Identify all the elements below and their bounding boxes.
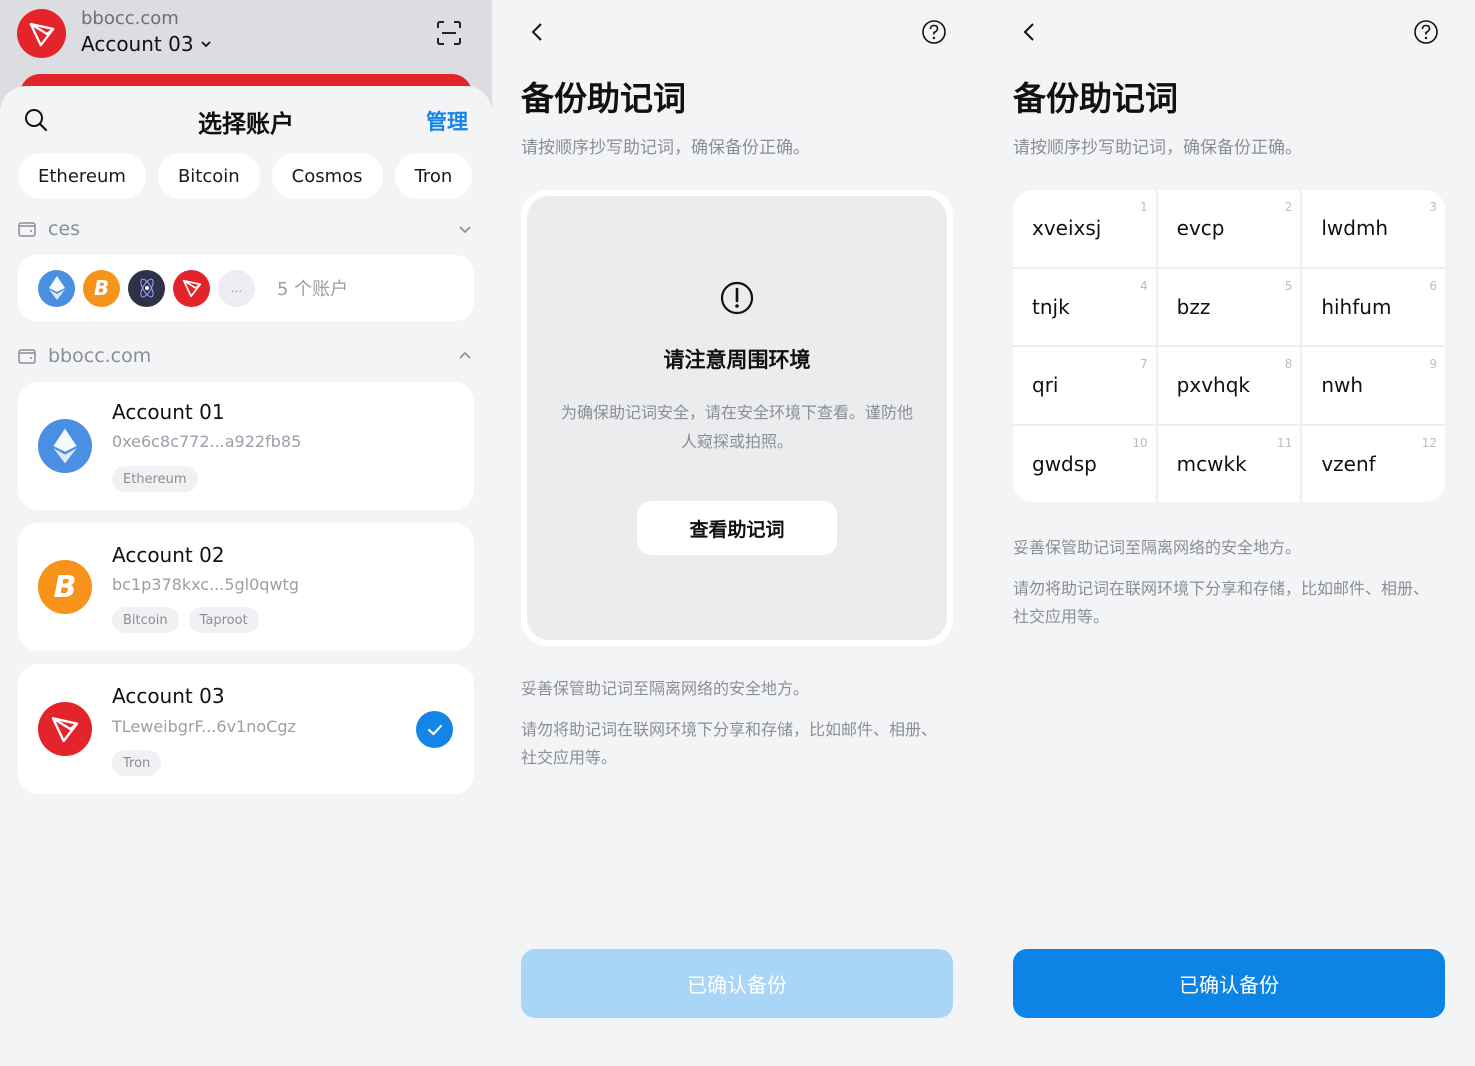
- mnemonic-word: 11 mcwkk: [1157, 425, 1301, 502]
- more-coins-icon: ...: [218, 269, 255, 307]
- page-title: 备份助记词: [521, 79, 686, 118]
- warning-title: 请注意周围环境: [663, 348, 811, 372]
- sharing-warning: 请勿将助记词在联网环境下分享和存储，比如邮件、相册、社交应用等。: [521, 720, 938, 767]
- account-name: Account 01: [112, 400, 225, 424]
- group-header-ces[interactable]: ces: [18, 214, 474, 244]
- account-switcher[interactable]: Account 03: [81, 32, 212, 56]
- account-address: 0xe6c8c772...a922fb85: [112, 432, 302, 451]
- mnemonic-word: 6 hihfum: [1302, 268, 1445, 345]
- wallet-header: bbocc.com Account 03: [0, 0, 492, 114]
- account-card-03[interactable]: Account 03 TLeweibgrF...6v1noCgz Tron: [18, 664, 474, 794]
- manage-button[interactable]: 管理: [426, 106, 468, 136]
- chain-tag: Tron: [112, 750, 162, 776]
- chip-cosmos[interactable]: Cosmos: [271, 153, 383, 199]
- warning-icon: [720, 281, 754, 315]
- account-address: bc1p378kxc...5gl0qwtg: [112, 575, 299, 594]
- mnemonic-word: 7 qri: [1013, 347, 1156, 424]
- ethereum-icon: [38, 269, 75, 307]
- mnemonic-cover: 请注意周围环境 为确保助记词安全，请在安全环境下查看。谨防他人窥探或拍照。 查看…: [521, 190, 953, 646]
- site-name: bbocc.com: [81, 8, 179, 29]
- backup-mnemonic-hidden: 备份助记词 请按顺序抄写助记词，确保备份正确。 请注意周围环境 为确保助记词安全…: [492, 0, 983, 1066]
- tron-logo-icon: [17, 9, 66, 58]
- chevron-down-icon: [459, 226, 471, 234]
- mnemonic-word: 12 vzenf: [1302, 425, 1445, 502]
- account-card-02[interactable]: B Account 02 bc1p378kxc...5gl0qwtg Bitco…: [18, 523, 474, 651]
- back-arrow-icon[interactable]: [1018, 20, 1042, 44]
- chevron-down-icon: [200, 41, 211, 48]
- page-subtitle: 请按顺序抄写助记词，确保备份正确。: [1013, 138, 1302, 158]
- chain-filter: Ethereum Bitcoin Cosmos Tron: [18, 153, 473, 199]
- cosmos-icon: [128, 269, 165, 307]
- help-icon[interactable]: [1413, 19, 1439, 45]
- account-panel: bbocc.com Account 03 选择账户 管理 Ethereum Bi…: [0, 0, 492, 1066]
- tron-icon: [38, 702, 92, 756]
- safety-note: 妥善保管助记词至隔离网络的安全地方。: [1013, 538, 1302, 557]
- group-name: ces: [48, 218, 81, 240]
- mnemonic-word: 3 lwdmh: [1302, 190, 1445, 267]
- bitcoin-icon: B: [83, 269, 120, 307]
- help-icon[interactable]: [921, 19, 947, 45]
- account-count: 5 个账户: [277, 279, 349, 300]
- mnemonic-word: 1 xveixsj: [1013, 190, 1156, 267]
- selected-check-icon: [416, 711, 453, 748]
- wallet-icon: [18, 222, 36, 237]
- safety-note: 妥善保管助记词至隔离网络的安全地方。: [521, 679, 810, 698]
- account-name: Account 02: [112, 543, 225, 567]
- sharing-warning: 请勿将助记词在联网环境下分享和存储，比如邮件、相册、社交应用等。: [1013, 579, 1430, 626]
- sheet-header: 选择账户 管理: [0, 86, 492, 146]
- current-account-label: Account 03: [81, 32, 194, 56]
- mnemonic-grid: 1 xveixsj 2 evcp 3 lwdmh 4 tnjk 5 bzz 6 hihfum…: [1013, 190, 1445, 502]
- select-account-sheet: 选择账户 管理 Ethereum Bitcoin Cosmos Tron ces…: [0, 86, 492, 1066]
- chevron-up-icon: [459, 351, 471, 359]
- wallet-icon: [18, 349, 36, 364]
- scan-icon[interactable]: [436, 20, 462, 46]
- sheet-title: 选择账户: [198, 110, 294, 138]
- account-name: Account 03: [112, 684, 225, 708]
- view-mnemonic-button[interactable]: 查看助记词: [637, 501, 837, 555]
- confirm-backup-button[interactable]: 已确认备份: [521, 949, 953, 1018]
- ces-wallet-summary[interactable]: B ... 5 个账户: [18, 255, 474, 321]
- account-address: TLeweibgrF...6v1noCgz: [112, 717, 296, 736]
- chain-tag: Ethereum: [112, 466, 198, 492]
- warning-description: 为确保助记词安全，请在安全环境下查看。谨防他人窥探或拍照。: [560, 403, 913, 451]
- group-name: bbocc.com: [48, 345, 152, 367]
- mnemonic-word: 10 gwdsp: [1013, 425, 1156, 502]
- mnemonic-word: 4 tnjk: [1013, 268, 1156, 345]
- chain-tag: Bitcoin: [112, 607, 179, 633]
- ethereum-icon: [38, 419, 92, 473]
- chip-bitcoin[interactable]: Bitcoin: [157, 153, 260, 199]
- mnemonic-word: 2 evcp: [1157, 190, 1301, 267]
- mnemonic-word: 9 nwh: [1302, 347, 1445, 424]
- chip-tron[interactable]: Tron: [394, 153, 473, 199]
- type-tag: Taproot: [188, 607, 259, 633]
- mnemonic-word: 8 pxvhqk: [1157, 347, 1301, 424]
- page-title: 备份助记词: [1013, 79, 1178, 118]
- account-card-01[interactable]: Account 01 0xe6c8c772...a922fb85 Ethereu…: [18, 382, 474, 510]
- group-header-bbocc[interactable]: bbocc.com: [18, 341, 474, 371]
- mnemonic-word: 5 bzz: [1157, 268, 1301, 345]
- back-arrow-icon[interactable]: [526, 20, 550, 44]
- bitcoin-icon: B: [38, 560, 92, 614]
- tron-icon: [173, 269, 210, 307]
- backup-mnemonic-revealed: 备份助记词 请按顺序抄写助记词，确保备份正确。 1 xveixsj 2 evcp 3…: [984, 0, 1475, 1066]
- page-subtitle: 请按顺序抄写助记词，确保备份正确。: [521, 138, 810, 158]
- confirm-backup-button[interactable]: 已确认备份: [1013, 949, 1445, 1018]
- chip-ethereum[interactable]: Ethereum: [18, 153, 146, 199]
